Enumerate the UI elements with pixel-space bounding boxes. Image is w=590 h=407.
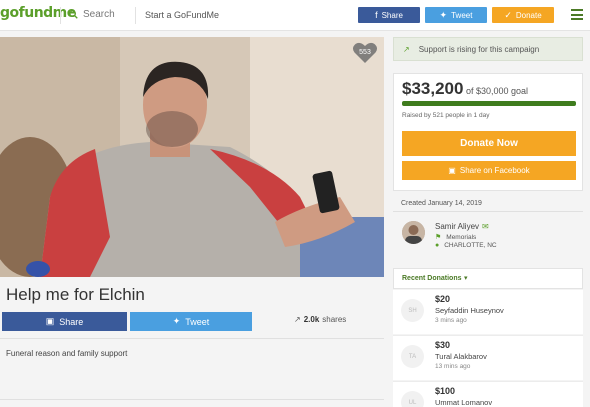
header-donate-button[interactable]: ✓ Donate [492, 7, 554, 23]
donor-name: Ummat Lomanov [435, 398, 493, 407]
donation-time: 3 mins ago [435, 317, 467, 324]
donate-now-button[interactable]: Donate Now [402, 131, 576, 156]
tweet-label: Tweet [185, 316, 210, 327]
trending-chart-icon: ↗ [403, 44, 410, 54]
shares-counter: ↗ 2.0k shares [294, 315, 346, 324]
start-gofundme-link[interactable]: Start a GoFundMe [145, 10, 219, 20]
rising-support-text: Support is rising for this campaign [418, 44, 540, 54]
organizer-category: Memorials [446, 233, 477, 241]
donation-goal-card: $33,200 of $30,000 goal Raised by 521 pe… [393, 73, 583, 191]
goal-progress-bar [402, 101, 576, 106]
organizer-category-row: ⚑ Memorials [435, 233, 477, 242]
donor-avatar: TA [401, 345, 424, 368]
divider [393, 211, 583, 212]
search-link[interactable]: Search [69, 9, 115, 20]
rising-support-banner: ↗ Support is rising for this campaign [393, 37, 583, 61]
raised-by-text: Raised by 521 people in 1 day [402, 112, 490, 119]
goal-text: of $30,000 goal [465, 86, 529, 96]
recent-donations-label: Recent Donations [402, 275, 462, 282]
twitter-bird-icon: ✦ [172, 316, 181, 326]
header-share-button[interactable]: f Share [358, 7, 420, 23]
trending-up-icon: ↗ [294, 315, 301, 324]
chevron-down-icon: ▾ [464, 275, 468, 282]
organizer-name-row[interactable]: Samir Aliyev ✉ [435, 222, 489, 231]
share-button[interactable]: ▣ Share [2, 312, 127, 331]
donor-name: Tural Alakbarov [435, 352, 487, 361]
checkmark-icon: ✓ [504, 9, 512, 20]
raised-amount: $33,200 [402, 79, 464, 98]
envelope-icon[interactable]: ✉ [482, 222, 489, 231]
donation-amount: $20 [435, 294, 451, 304]
donation-item: UL $100 Ummat Lomanov [393, 382, 583, 407]
share-on-facebook-button[interactable]: ▣ Share on Facebook [402, 161, 576, 180]
recent-donations-header[interactable]: Recent Donations ▾ [393, 268, 583, 289]
goal-progress-fill [402, 101, 576, 106]
search-icon [69, 10, 78, 19]
donor-name: Seyfaddin Huseynov [435, 306, 504, 315]
facebook-icon: ▣ [448, 166, 456, 175]
organizer-name: Samir Aliyev [435, 222, 480, 231]
top-navigation-bar: gofundme Search Start a GoFundMe f Share… [0, 0, 590, 31]
gofundme-logo[interactable]: gofundme [0, 5, 76, 21]
twitter-bird-icon: ✦ [439, 9, 448, 20]
header-divider [135, 7, 136, 24]
search-label: Search [83, 9, 115, 20]
donation-time: 13 mins ago [435, 363, 471, 370]
tweet-button[interactable]: ✦ Tweet [130, 312, 252, 331]
campaign-title: Help me for Elchin [6, 285, 145, 304]
organizer-location: CHARLOTTE, NC [444, 242, 497, 249]
share-label: Share [59, 316, 84, 327]
header-donate-label: Donate [515, 10, 542, 20]
organizer-avatar[interactable] [402, 221, 425, 244]
header-tweet-button[interactable]: ✦ Tweet [425, 7, 487, 23]
campaign-photo [0, 37, 384, 277]
tag-icon: ⚑ [435, 234, 442, 241]
organizer-location-row: ● CHARLOTTE, NC [435, 242, 497, 249]
header-share-label: Share [381, 10, 403, 20]
created-date: Created January 14, 2019 [401, 200, 482, 207]
divider [0, 338, 384, 339]
shares-count: 2.0k [303, 315, 320, 324]
share-on-facebook-label: Share on Facebook [459, 166, 530, 175]
facebook-icon: ▣ [45, 316, 55, 326]
donor-avatar: SH [401, 299, 424, 322]
location-pin-icon: ● [435, 242, 440, 249]
donation-item: SH $20 Seyfaddin Huseynov 3 mins ago [393, 290, 583, 334]
donation-amount: $30 [435, 340, 451, 350]
header-tweet-label: Tweet [451, 10, 473, 20]
donor-avatar: UL [401, 391, 424, 407]
facebook-icon: f [375, 9, 378, 20]
hamburger-menu-icon[interactable] [571, 9, 583, 20]
header-divider [60, 7, 61, 24]
campaign-story: Funeral reason and family support [6, 349, 128, 358]
donation-item: TA $30 Tural Alakbarov 13 mins ago [393, 336, 583, 380]
heart-badge[interactable]: 553 [352, 42, 378, 64]
divider [0, 399, 384, 400]
heart-count: 553 [359, 49, 371, 56]
donation-amount: $100 [435, 386, 456, 396]
shares-label: shares [322, 315, 347, 324]
raised-summary: $33,200 of $30,000 goal [402, 79, 528, 99]
